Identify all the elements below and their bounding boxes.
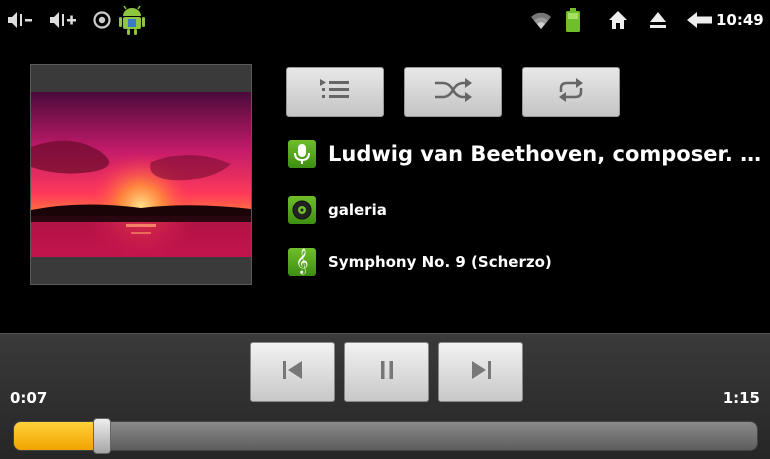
home-icon[interactable]: [608, 8, 628, 32]
treble-clef-icon: 𝄞: [288, 248, 316, 276]
eject-icon[interactable]: [648, 8, 668, 32]
back-icon[interactable]: [686, 8, 714, 32]
album-art[interactable]: [30, 64, 252, 285]
next-icon: [469, 359, 493, 385]
repeat-icon: [556, 76, 586, 108]
total-duration: 1:15: [722, 389, 760, 407]
battery-icon: [566, 8, 580, 32]
microphone-icon: [288, 140, 316, 168]
seek-bar[interactable]: [13, 421, 758, 451]
record-icon: [92, 8, 112, 32]
clock: 10:49: [716, 11, 764, 29]
volume-down-icon[interactable]: [6, 8, 38, 32]
repeat-button[interactable]: [522, 67, 620, 117]
playlist-icon: [318, 77, 352, 107]
pause-button[interactable]: [344, 342, 429, 402]
album-name: galeria: [328, 201, 387, 219]
playlist-button[interactable]: [286, 67, 384, 117]
seek-thumb[interactable]: [93, 418, 111, 454]
artist-name: Ludwig van Beethoven, composer. Symphony…: [328, 142, 768, 166]
next-button[interactable]: [438, 342, 523, 402]
shuffle-button[interactable]: [404, 67, 502, 117]
status-bar: 10:49: [0, 0, 770, 40]
artist-row: Ludwig van Beethoven, composer. Symphony…: [288, 140, 768, 168]
elapsed-time: 0:07: [10, 389, 48, 407]
shuffle-icon: [433, 77, 473, 107]
pause-icon: [377, 359, 397, 385]
album-row: galeria: [288, 196, 387, 224]
previous-icon: [281, 359, 305, 385]
sunset-artwork: [31, 92, 251, 257]
song-row: 𝄞 Symphony No. 9 (Scherzo): [288, 248, 552, 276]
song-title: Symphony No. 9 (Scherzo): [328, 253, 552, 271]
disc-icon: [288, 196, 316, 224]
previous-button[interactable]: [250, 342, 335, 402]
wifi-icon: [530, 8, 552, 32]
android-robot-icon: [118, 4, 146, 36]
seek-progress: [14, 422, 103, 450]
playback-controls: 0:07 1:15: [0, 333, 770, 459]
volume-up-icon[interactable]: [48, 8, 82, 32]
